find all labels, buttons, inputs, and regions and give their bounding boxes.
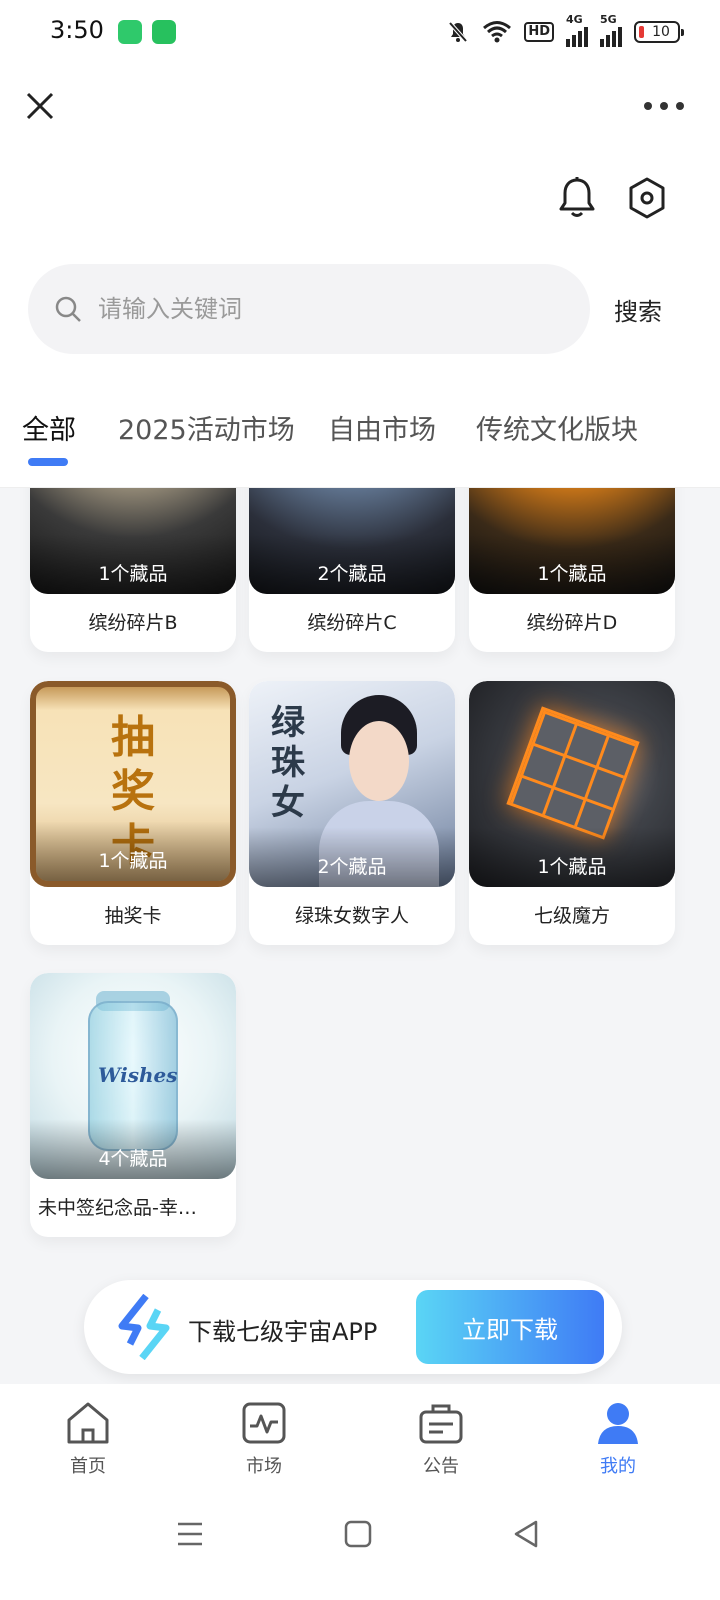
collection-card[interactable]: 1个藏品 缤纷碎片D <box>469 488 675 652</box>
close-icon[interactable] <box>20 86 60 126</box>
message-app-icon <box>152 20 176 44</box>
home-icon <box>67 1402 109 1444</box>
card-title: 七级魔方 <box>533 905 610 927</box>
card-count: 2个藏品 <box>317 856 387 878</box>
nav-home[interactable]: 首页 <box>28 1400 148 1478</box>
search-icon <box>55 296 81 322</box>
tab-traditional-culture[interactable]: 传统文化版块 <box>476 408 638 447</box>
card-count: 1个藏品 <box>537 563 607 585</box>
card-image: 抽奖卡 1个藏品 <box>30 681 236 887</box>
top-header <box>0 64 720 244</box>
card-image: 1个藏品 <box>30 488 236 594</box>
card-title: 绿珠女数字人 <box>294 905 409 927</box>
nav-market[interactable]: 市场 <box>204 1400 324 1478</box>
collection-card[interactable]: 1个藏品 缤纷碎片B <box>30 488 236 652</box>
tab-2025-event-market[interactable]: 2025活动市场 <box>118 408 295 447</box>
portrait-art-text: 绿珠女 <box>271 703 305 823</box>
battery-app-icon <box>118 20 142 44</box>
signal-4g-icon: 4G <box>566 13 588 47</box>
collection-grid: 1个藏品 缤纷碎片B 2个藏品 缤纷碎片C 1个藏品 缤纷碎片D 抽奖卡 1个藏… <box>0 488 720 1278</box>
system-navigation-bar <box>0 1494 720 1600</box>
nav-mine-label: 我的 <box>600 1456 636 1477</box>
tab-free-market[interactable]: 自由市场 <box>328 408 436 447</box>
card-image: 1个藏品 <box>469 488 675 594</box>
nav-market-label: 市场 <box>246 1456 282 1477</box>
settings-hexagon-icon[interactable] <box>626 176 668 220</box>
card-count: 1个藏品 <box>98 563 168 585</box>
jar-art-text: Wishes <box>98 1063 178 1087</box>
card-title: 未中签纪念品-幸… <box>38 1197 197 1219</box>
card-image: 2个藏品 <box>249 488 455 594</box>
market-chart-icon <box>242 1402 286 1444</box>
signal-5g-icon: 5G <box>600 13 622 47</box>
nav-announcement-label: 公告 <box>423 1456 459 1477</box>
collection-card[interactable]: 2个藏品 缤纷碎片C <box>249 488 455 652</box>
menu-icon[interactable] <box>168 1512 212 1556</box>
bottom-navigation: 首页 市场 公告 我的 <box>0 1384 720 1494</box>
announcement-icon <box>419 1404 463 1444</box>
card-count: 2个藏品 <box>317 563 387 585</box>
notification-bell-icon[interactable] <box>556 176 598 220</box>
status-bar: 3:50 HD 4G 5G 10 <box>0 0 720 64</box>
card-title: 缤纷碎片C <box>307 612 397 634</box>
nav-announcement[interactable]: 公告 <box>381 1400 501 1478</box>
search-button[interactable]: 搜索 <box>614 292 662 327</box>
mute-bell-icon <box>448 21 468 43</box>
status-icons: HD 4G 5G 10 <box>446 13 684 47</box>
collection-card[interactable]: Wishes 4个藏品 未中签纪念品-幸… <box>30 973 236 1237</box>
category-tabs: 全部 2025活动市场 自由市场 传统文化版块 <box>0 372 720 488</box>
home-square-icon[interactable] <box>336 1512 380 1556</box>
status-time: 3:50 <box>50 16 104 44</box>
search-field[interactable] <box>28 264 590 354</box>
nav-mine[interactable]: 我的 <box>558 1400 678 1478</box>
collection-card[interactable]: 绿珠女 2个藏品 绿珠女数字人 <box>249 681 455 945</box>
app-logo-icon <box>118 1294 170 1360</box>
collection-card[interactable]: 抽奖卡 1个藏品 抽奖卡 <box>30 681 236 945</box>
card-title: 缤纷碎片D <box>526 612 618 634</box>
card-title: 缤纷碎片B <box>88 612 178 634</box>
hd-badge: HD <box>524 22 554 42</box>
search-bar: 搜索 <box>0 244 720 372</box>
download-now-button[interactable]: 立即下载 <box>416 1290 604 1364</box>
card-count: 4个藏品 <box>98 1148 168 1170</box>
battery-level: 10 <box>652 24 670 40</box>
card-count: 1个藏品 <box>98 850 168 872</box>
portrait-face <box>349 721 409 801</box>
wifi-icon <box>483 21 512 43</box>
card-title: 抽奖卡 <box>104 905 162 927</box>
banner-text: 下载七级宇宙APP <box>188 1318 378 1346</box>
battery-icon: 10 <box>634 21 684 43</box>
more-options-icon[interactable] <box>644 98 684 114</box>
card-image: 1个藏品 <box>469 681 675 887</box>
active-tab-indicator <box>28 458 68 466</box>
tab-all[interactable]: 全部 <box>22 408 76 447</box>
nav-home-label: 首页 <box>70 1456 106 1477</box>
user-icon <box>598 1403 638 1444</box>
glowing-cube-art <box>506 706 640 840</box>
collection-card[interactable]: 1个藏品 七级魔方 <box>469 681 675 945</box>
card-count: 1个藏品 <box>537 856 607 878</box>
search-input[interactable] <box>98 295 538 323</box>
download-app-banner: 下载七级宇宙APP 立即下载 <box>84 1280 622 1374</box>
back-triangle-icon[interactable] <box>504 1512 548 1556</box>
card-image: Wishes 4个藏品 <box>30 973 236 1179</box>
card-image: 绿珠女 2个藏品 <box>249 681 455 887</box>
